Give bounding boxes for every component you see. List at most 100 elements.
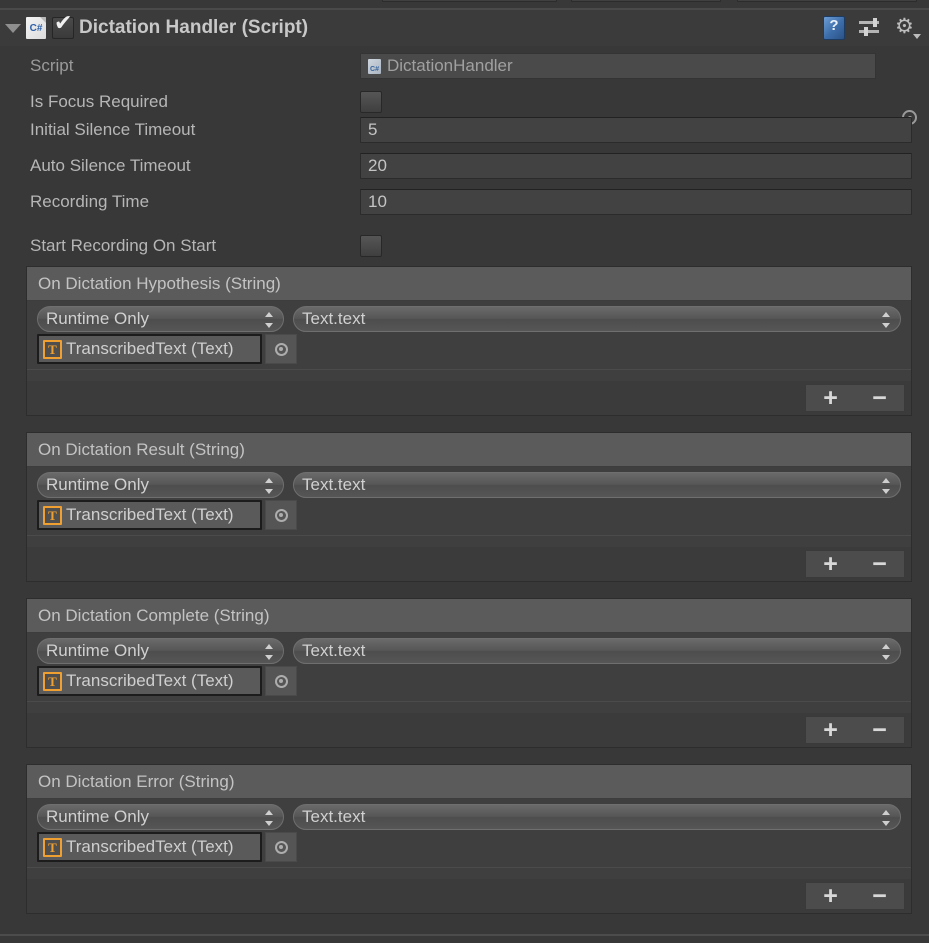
event-title[interactable]: On Dictation Hypothesis (String) [27,267,911,301]
event-body: Runtime Only Text.text T TranscribedText… [27,301,911,381]
triangle-down-icon[interactable] [0,10,26,46]
event-list-spacer [27,369,911,381]
listener-mode-dropdown[interactable]: Runtime Only [37,472,284,498]
object-picker-icon[interactable] [265,666,297,696]
event-list-spacer [27,867,911,879]
event-footer: + − [27,879,911,913]
header-icon-group: ? ⚙ [823,10,921,46]
text-component-icon: T [43,505,62,525]
listener-function-dropdown[interactable]: Text.text [293,804,901,830]
component-header[interactable]: C# Dictation Handler (Script) [0,10,929,46]
panel-bottom-divider [0,934,929,936]
listener-row-bottom: T TranscribedText (Text) [27,498,911,530]
unity-event-block: On Dictation Error (String) Runtime Only… [26,764,912,914]
auto-silence-timeout-input[interactable]: 20 [360,153,912,179]
listener-target-object-field[interactable]: T TranscribedText (Text) [37,500,262,530]
property-row-auto-silence-timeout: Auto Silence Timeout 20 [0,152,929,180]
event-list-spacer [27,701,911,713]
event-title[interactable]: On Dictation Result (String) [27,433,911,467]
unity-event-block: On Dictation Hypothesis (String) Runtime… [26,266,912,416]
property-label: Initial Silence Timeout [30,120,196,139]
previous-component-partial-row [0,0,929,8]
chevron-updown-icon [882,643,891,661]
property-label: Script [30,56,74,75]
add-listener-button[interactable]: + [806,883,855,909]
remove-listener-button[interactable]: − [855,717,904,743]
listener-row-top: Runtime Only Text.text [27,472,911,498]
text-component-icon: T [43,837,62,857]
start-recording-on-start-checkbox[interactable] [360,235,382,257]
script-object-field[interactable]: C# DictationHandler [360,53,876,79]
listener-mode-dropdown[interactable]: Runtime Only [37,638,284,664]
event-body: Runtime Only Text.text T TranscribedText… [27,467,911,547]
property-label: Recording Time [30,192,150,211]
listener-function-dropdown[interactable]: Text.text [293,638,901,664]
listener-row-top: Runtime Only Text.text [27,306,911,332]
listener-mode-dropdown[interactable]: Runtime Only [37,306,284,332]
help-icon[interactable]: ? [823,16,845,40]
listener-row-top: Runtime Only Text.text [27,638,911,664]
script-value: DictationHandler [387,56,513,75]
event-body: Runtime Only Text.text T TranscribedText… [27,633,911,713]
page-title: Dictation Handler (Script) [79,17,309,38]
event-title[interactable]: On Dictation Error (String) [27,765,911,799]
listener-row-bottom: T TranscribedText (Text) [27,664,911,696]
property-row-is-focus-required: Is Focus Required [0,88,929,116]
object-picker-icon[interactable] [265,500,297,530]
listener-mode-dropdown[interactable]: Runtime Only [37,804,284,830]
chevron-updown-icon [265,477,274,495]
unity-inspector-panel: C# Dictation Handler (Script) ? ⚙ Script… [0,0,929,943]
object-picker-icon[interactable] [265,334,297,364]
chevron-updown-icon [882,311,891,329]
event-footer: + − [27,547,911,581]
x-field[interactable] [382,0,557,2]
listener-row-top: Runtime Only Text.text [27,804,911,830]
event-list-spacer [27,535,911,547]
chevron-updown-icon [265,809,274,827]
event-body: Runtime Only Text.text T TranscribedText… [27,799,911,879]
add-listener-button[interactable]: + [806,385,855,411]
property-label: Is Focus Required [30,92,168,111]
chevron-updown-icon [265,643,274,661]
is-focus-required-checkbox[interactable] [360,91,382,113]
object-picker-icon[interactable] [265,832,297,862]
add-listener-button[interactable]: + [806,551,855,577]
initial-silence-timeout-input[interactable]: 5 [360,117,912,143]
listener-row-bottom: T TranscribedText (Text) [27,830,911,862]
csharp-script-icon: C# [26,17,46,39]
event-title[interactable]: On Dictation Complete (String) [27,599,911,633]
property-row-script: Script C# DictationHandler [0,52,929,125]
event-footer: + − [27,381,911,415]
listener-function-dropdown[interactable]: Text.text [293,306,901,332]
remove-listener-button[interactable]: − [855,883,904,909]
add-remove-listener-group: + − [805,716,905,744]
listener-target-object-field[interactable]: T TranscribedText (Text) [37,666,262,696]
remove-listener-button[interactable]: − [855,551,904,577]
listener-target-object-field[interactable]: T TranscribedText (Text) [37,334,262,364]
chevron-updown-icon [265,311,274,329]
chevron-updown-icon [882,477,891,495]
add-remove-listener-group: + − [805,882,905,910]
property-row-start-recording-on-start: Start Recording On Start [0,232,929,260]
text-component-icon: T [43,339,62,359]
add-listener-button[interactable]: + [806,717,855,743]
property-label: Start Recording On Start [30,236,217,255]
unity-event-block: On Dictation Result (String) Runtime Onl… [26,432,912,582]
property-label: Auto Silence Timeout [30,156,191,175]
property-row-initial-silence-timeout: Initial Silence Timeout 5 [0,116,929,144]
remove-listener-button[interactable]: − [855,385,904,411]
recording-time-input[interactable]: 10 [360,189,912,215]
gear-icon[interactable]: ⚙ [895,16,921,40]
component-enabled-checkbox[interactable] [52,13,74,39]
listener-function-dropdown[interactable]: Text.text [293,472,901,498]
add-remove-listener-group: + − [805,550,905,578]
preset-icon[interactable] [859,18,881,38]
text-component-icon: T [43,671,62,691]
csharp-script-icon: C# [368,58,381,74]
unity-event-block: On Dictation Complete (String) Runtime O… [26,598,912,748]
listener-target-object-field[interactable]: T TranscribedText (Text) [37,832,262,862]
listener-row-bottom: T TranscribedText (Text) [27,332,911,364]
y-field[interactable] [571,0,721,2]
z-field[interactable] [737,0,917,2]
chevron-updown-icon [882,809,891,827]
